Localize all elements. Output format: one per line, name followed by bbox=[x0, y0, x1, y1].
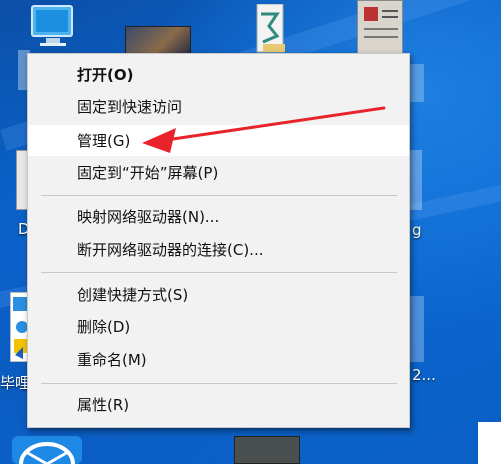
menu-item-label: 固定到“开始”屏幕(P) bbox=[77, 164, 219, 182]
desktop-icon-partial[interactable] bbox=[478, 422, 501, 464]
menu-item-manage[interactable]: 管理(G) bbox=[28, 125, 409, 156]
desktop-icon-label: g bbox=[412, 221, 422, 239]
menu-separator bbox=[41, 383, 397, 384]
menu-item-label: 属性(R) bbox=[77, 396, 130, 414]
desktop-icon-partial[interactable] bbox=[410, 150, 422, 210]
menu-item-label: 删除(D) bbox=[77, 318, 131, 336]
menu-item-label: 管理(G) bbox=[77, 132, 131, 150]
context-menu: 打开(O) 固定到快速访问 管理(G) 固定到“开始”屏幕(P) 映射网络驱动器… bbox=[27, 53, 410, 428]
menu-separator bbox=[41, 195, 397, 196]
menu-item-properties[interactable]: 属性(R) bbox=[28, 389, 409, 420]
scanned-document-icon[interactable] bbox=[357, 0, 403, 54]
mail-app-icon[interactable] bbox=[12, 436, 82, 464]
menu-item-label: 映射网络驱动器(N)... bbox=[77, 208, 220, 226]
desktop-icon-label: 2... bbox=[412, 366, 436, 384]
menu-item-pin-quick-access[interactable]: 固定到快速访问 bbox=[28, 91, 409, 122]
menu-item-map-network-drive[interactable]: 映射网络驱动器(N)... bbox=[28, 201, 409, 232]
book-cover-icon[interactable] bbox=[234, 436, 300, 464]
menu-separator bbox=[41, 272, 397, 273]
menu-item-delete[interactable]: 删除(D) bbox=[28, 311, 409, 342]
menu-item-label: 断开网络驱动器的连接(C)... bbox=[77, 241, 264, 259]
this-pc-icon[interactable] bbox=[22, 4, 84, 48]
menu-item-create-shortcut[interactable]: 创建快捷方式(S) bbox=[28, 279, 409, 310]
icon-label-partial bbox=[410, 64, 424, 102]
photo-thumbnail-icon[interactable] bbox=[125, 26, 191, 54]
menu-item-open[interactable]: 打开(O) bbox=[28, 59, 409, 90]
menu-item-label: 创建快捷方式(S) bbox=[77, 286, 189, 304]
menu-item-label: 重命名(M) bbox=[77, 351, 147, 369]
document-icon[interactable] bbox=[247, 3, 291, 54]
desktop-icon-partial[interactable] bbox=[410, 296, 424, 362]
desktop-icon-label: 毕哩 bbox=[0, 374, 31, 392]
menu-item-label: 打开(O) bbox=[77, 66, 134, 84]
menu-item-label: 固定到快速访问 bbox=[77, 98, 183, 116]
menu-item-disconnect-network-drive[interactable]: 断开网络驱动器的连接(C)... bbox=[28, 234, 409, 265]
menu-item-rename[interactable]: 重命名(M) bbox=[28, 344, 409, 375]
menu-item-pin-start[interactable]: 固定到“开始”屏幕(P) bbox=[28, 157, 409, 188]
